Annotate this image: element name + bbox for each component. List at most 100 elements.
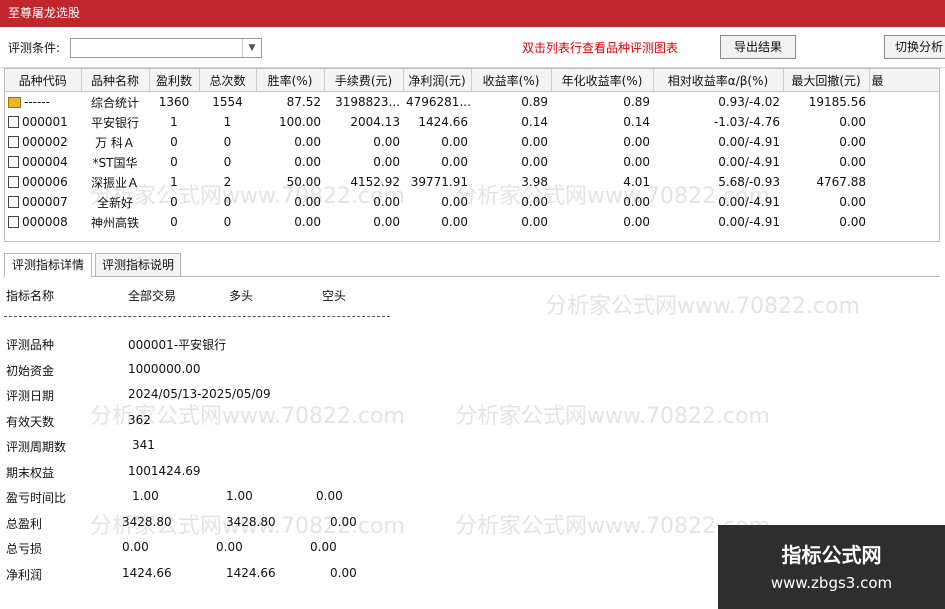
col-max-drawdown[interactable]: 最大回撤(元) [783, 69, 870, 92]
detail-value: 0.00 [330, 515, 357, 529]
cell-return: 0.00 [521, 155, 548, 169]
cell-winrate: 0.00 [294, 215, 321, 229]
cell-profit: 0.00 [441, 135, 468, 149]
cell-annual: 0.14 [623, 115, 650, 129]
table-row[interactable]: ------ 综合统计 1360 1554 87.52 3198823... 4… [5, 92, 939, 113]
cell-winrate: 87.52 [286, 95, 321, 109]
cell-return: 0.00 [521, 195, 548, 209]
col-annual-return[interactable]: 年化收益率(%) [551, 69, 654, 92]
detail-label: 盈亏时间比 [6, 491, 67, 505]
cell-drawdown: 0.00 [839, 215, 866, 229]
cell-drawdown: 0.00 [839, 195, 866, 209]
cell-profit: 1424.66 [418, 115, 468, 129]
window-titlebar[interactable]: 至尊屠龙选股 [0, 0, 945, 27]
detail-label: 评测日期 [6, 389, 55, 403]
cell-code: 000006 [22, 175, 68, 189]
detail-value: 1.00 [226, 489, 253, 503]
watermark: 分析家公式网www.70822.com [545, 294, 860, 319]
cell-fee: 0.00 [373, 155, 400, 169]
results-table[interactable]: 品种代码 品种名称 盈利数 总次数 胜率(%) 手续费(元) 净利润(元) 收益… [4, 68, 940, 242]
col-name[interactable]: 品种名称 [81, 69, 150, 92]
cell-wins: 1 [170, 115, 178, 129]
cell-wins: 0 [170, 155, 178, 169]
cell-total: 0 [223, 195, 232, 209]
detail-label: 总亏损 [6, 542, 43, 556]
document-icon [8, 116, 19, 128]
document-icon [8, 176, 19, 188]
condition-select[interactable]: ▼ [70, 38, 262, 58]
col-more[interactable]: 最 [869, 69, 939, 92]
detail-label: 总盈利 [6, 517, 43, 531]
window-title: 至尊屠龙选股 [8, 6, 81, 20]
brand-badge: 指标公式网 www.zbgs3.com [718, 525, 945, 609]
table-row[interactable]: 000006 深振业Ａ 1 2 50.00 4152.92 39771.91 3… [5, 172, 939, 192]
table-row[interactable]: 000004 *ST国华 0 0 0.00 0.00 0.00 0.00 0.0… [5, 152, 939, 172]
detail-header-all: 全部交易 [128, 289, 177, 303]
cell-relative: -1.03/-4.76 [713, 115, 780, 129]
col-relative-return[interactable]: 相对收益率α/β(%) [653, 69, 784, 92]
cell-relative: 0.00/-4.91 [718, 155, 780, 169]
cell-fee: 4152.92 [350, 175, 400, 189]
document-icon [8, 216, 19, 228]
cell-wins: 1 [170, 175, 178, 189]
col-winrate[interactable]: 胜率(%) [256, 69, 325, 92]
cell-wins: 0 [170, 195, 178, 209]
detail-label: 初始资金 [6, 364, 55, 378]
detail-value: 3428.80 [122, 515, 172, 529]
cell-profit: 0.00 [441, 215, 468, 229]
document-icon [8, 136, 19, 148]
detail-header-short: 空头 [322, 289, 347, 303]
cell-profit: 0.00 [441, 155, 468, 169]
col-profit[interactable]: 净利润(元) [403, 69, 472, 92]
cell-profit: 39771.91 [410, 175, 468, 189]
col-total[interactable]: 总次数 [199, 69, 257, 92]
detail-value: 1.00 [132, 489, 159, 503]
cell-code: 000007 [22, 195, 68, 209]
table-row[interactable]: 000007 全新好 0 0 0.00 0.00 0.00 0.00 0.00 … [5, 192, 939, 212]
cell-total: 1 [223, 115, 232, 129]
table-row[interactable]: 000008 神州高铁 0 0 0.00 0.00 0.00 0.00 0.00… [5, 212, 939, 232]
cell-winrate: 0.00 [294, 195, 321, 209]
cell-fee: 0.00 [373, 135, 400, 149]
cell-total: 2 [223, 175, 232, 189]
switch-analysis-button[interactable]: 切换分析 [884, 35, 945, 59]
chevron-down-icon[interactable]: ▼ [242, 39, 261, 57]
cell-fee: 3198823... [335, 95, 400, 109]
cell-annual: 4.01 [623, 175, 650, 189]
cell-annual: 0.00 [623, 135, 650, 149]
detail-tabs: 评测指标详情 评测指标说明 [4, 250, 940, 277]
tab-indicator-details[interactable]: 评测指标详情 [4, 253, 92, 277]
toolbar: 评测条件: ▼ 双击列表行查看品种评测图表 导出结果 切换分析 [0, 27, 945, 68]
col-code[interactable]: 品种代码 [5, 69, 82, 92]
cell-name: *ST国华 [92, 155, 138, 170]
detail-header-long: 多头 [229, 289, 254, 303]
cell-winrate: 0.00 [294, 155, 321, 169]
table-row[interactable]: 000001 平安银行 1 1 100.00 2004.13 1424.66 0… [5, 112, 939, 132]
table-row[interactable]: 000002 万 科Ａ 0 0 0.00 0.00 0.00 0.00 0.00… [5, 132, 939, 152]
col-wins[interactable]: 盈利数 [149, 69, 200, 92]
export-button[interactable]: 导出结果 [720, 35, 796, 59]
cell-annual: 0.00 [623, 215, 650, 229]
col-fee[interactable]: 手续费(元) [324, 69, 404, 92]
cell-fee: 2004.13 [350, 115, 400, 129]
cell-code: 000008 [22, 215, 68, 229]
cell-winrate: 100.00 [279, 115, 321, 129]
cell-drawdown: 0.00 [839, 115, 866, 129]
detail-value: 1000000.00 [128, 362, 201, 376]
cell-drawdown: 0.00 [839, 155, 866, 169]
cell-return: 0.14 [521, 115, 548, 129]
tab-indicator-description[interactable]: 评测指标说明 [95, 253, 181, 276]
document-icon [8, 196, 19, 208]
cell-annual: 0.89 [623, 95, 650, 109]
cell-total: 1554 [212, 95, 243, 109]
cell-name: 万 科Ａ [95, 135, 135, 150]
cell-profit: 0.00 [441, 195, 468, 209]
cell-name: 综合统计 [90, 95, 139, 110]
detail-value: 3428.80 [226, 515, 276, 529]
cell-code: ------ [24, 95, 50, 109]
detail-value: 0.00 [122, 540, 149, 554]
table-header: 品种代码 品种名称 盈利数 总次数 胜率(%) 手续费(元) 净利润(元) 收益… [5, 69, 939, 92]
cell-profit: 4796281... [406, 95, 471, 109]
cell-annual: 0.00 [623, 155, 650, 169]
col-return[interactable]: 收益率(%) [471, 69, 552, 92]
